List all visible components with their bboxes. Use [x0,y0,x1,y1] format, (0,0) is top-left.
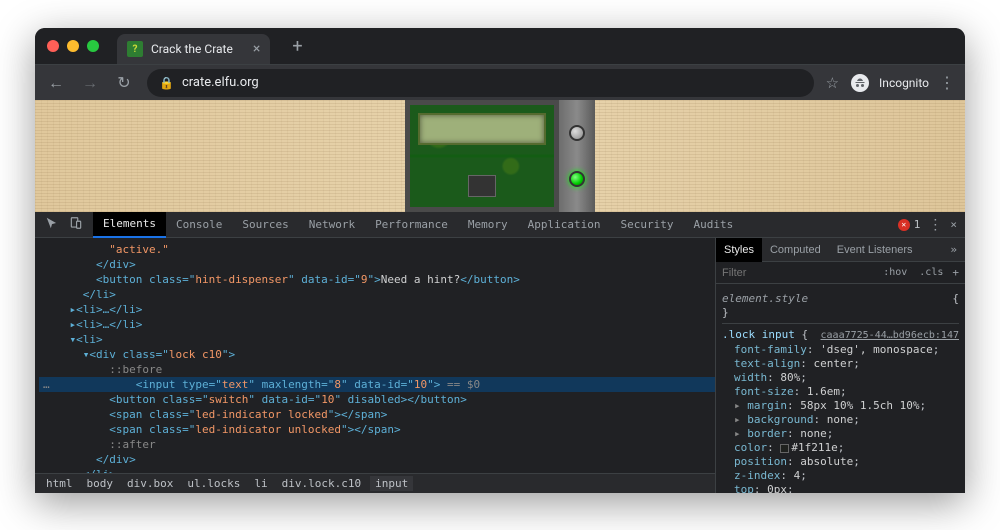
cls-toggle[interactable]: .cls [916,267,946,278]
rule-source-link[interactable]: caaa7725-44…bd96ecb:147 [821,329,959,343]
devtools-tab-memory[interactable]: Memory [458,212,518,238]
devtools-tab-performance[interactable]: Performance [365,212,458,238]
new-rule-button[interactable]: + [952,266,959,279]
address-bar[interactable]: 🔒 crate.elfu.org [147,69,814,97]
breadcrumb-item[interactable]: body [82,476,119,491]
css-property[interactable]: top: 0px; [722,483,959,493]
reload-button[interactable]: ↻ [113,73,135,92]
bookmark-star-icon[interactable]: ☆ [826,74,839,92]
hov-toggle[interactable]: :hov [880,267,910,278]
devtools-close-icon[interactable]: × [950,218,957,231]
dom-li-expanded[interactable]: ▾<li> [39,332,715,347]
device-toggle-icon[interactable] [69,216,83,233]
circuit-board [405,100,559,212]
css-property[interactable]: font-size: 1.6em; [722,385,959,399]
favicon: ? [127,41,143,57]
css-property[interactable]: font-family: 'dseg', monospace; [722,343,959,357]
led-locked [569,125,585,141]
dom-tree[interactable]: "active." </div> <button class="hint-dis… [35,238,715,473]
styles-rules[interactable]: element.style { } .lock input { caaa7725… [716,284,965,493]
led-strip [559,100,595,212]
breadcrumb-item[interactable]: ul.locks [182,476,245,491]
devtools-tab-audits[interactable]: Audits [684,212,744,238]
css-property[interactable]: ▸ background: none; [722,413,959,427]
lock-icon: 🔒 [159,76,174,90]
breadcrumb-item[interactable]: div.lock.c10 [277,476,366,491]
devtools-tab-elements[interactable]: Elements [93,212,166,238]
dom-breadcrumb[interactable]: html body div.box ul.locks li div.lock.c… [35,473,715,493]
incognito-label: Incognito [879,76,929,90]
styles-tab-eventlisteners[interactable]: Event Listeners [829,238,921,262]
css-property[interactable]: position: absolute; [722,455,959,469]
breadcrumb-item[interactable]: input [370,476,413,491]
toolbar: ← → ↻ 🔒 crate.elfu.org ☆ Incognito ⋮ [35,64,965,100]
minimize-window-button[interactable] [67,40,79,52]
breadcrumb-item[interactable]: li [249,476,272,491]
devtools: Elements Console Sources Network Perform… [35,212,965,493]
devtools-tab-console[interactable]: Console [166,212,232,238]
devtools-tab-application[interactable]: Application [518,212,611,238]
css-property[interactable]: z-index: 4; [722,469,959,483]
styles-tab-styles[interactable]: Styles [716,238,762,262]
new-tab-button[interactable]: + [286,36,308,57]
back-button[interactable]: ← [45,73,67,93]
dom-li-collapsed[interactable]: ▸<li>…</li> [39,302,715,317]
page-viewport [35,100,965,212]
devtools-tab-sources[interactable]: Sources [232,212,298,238]
tab-title: Crack the Crate [151,42,233,56]
css-property[interactable]: text-align: center; [722,357,959,371]
breadcrumb-item[interactable]: div.box [122,476,178,491]
css-property[interactable]: width: 80%; [722,371,959,385]
led-unlocked [569,171,585,187]
close-window-button[interactable] [47,40,59,52]
devtools-tab-network[interactable]: Network [299,212,365,238]
css-property[interactable]: color: #1f211e; [722,441,959,455]
device-panel [405,100,595,212]
styles-filter-input[interactable] [722,267,874,279]
titlebar: ? Crack the Crate × + [35,28,965,64]
tab-close-icon[interactable]: × [253,41,260,57]
css-property[interactable]: ▸ margin: 58px 10% 1.5ch 10%; [722,399,959,413]
breadcrumb-item[interactable]: html [41,476,78,491]
lcd-screen[interactable] [418,113,546,145]
browser-tab[interactable]: ? Crack the Crate × [117,34,270,64]
incognito-icon [851,74,869,92]
chip-icon [468,175,496,197]
css-property[interactable]: ▸ border: none; [722,427,959,441]
inspect-icon[interactable] [45,216,59,233]
devtools-menu-icon[interactable]: ⋮ [928,217,942,233]
forward-button[interactable]: → [79,73,101,93]
traffic-lights [47,40,99,52]
dom-li-collapsed[interactable]: ▸<li>…</li> [39,317,715,332]
error-indicator[interactable]: ✕1 [898,218,921,231]
styles-tabs-more-icon[interactable]: » [942,243,965,256]
styles-pane: Styles Computed Event Listeners » :hov .… [715,238,965,493]
devtools-tab-security[interactable]: Security [611,212,684,238]
devtools-tabbar: Elements Console Sources Network Perform… [35,212,965,238]
maximize-window-button[interactable] [87,40,99,52]
browser-menu-icon[interactable]: ⋮ [939,73,955,92]
dom-selected-input[interactable]: … <input type="text" maxlength="8" data-… [39,377,715,392]
styles-tab-computed[interactable]: Computed [762,238,829,262]
url-text: crate.elfu.org [182,75,259,90]
